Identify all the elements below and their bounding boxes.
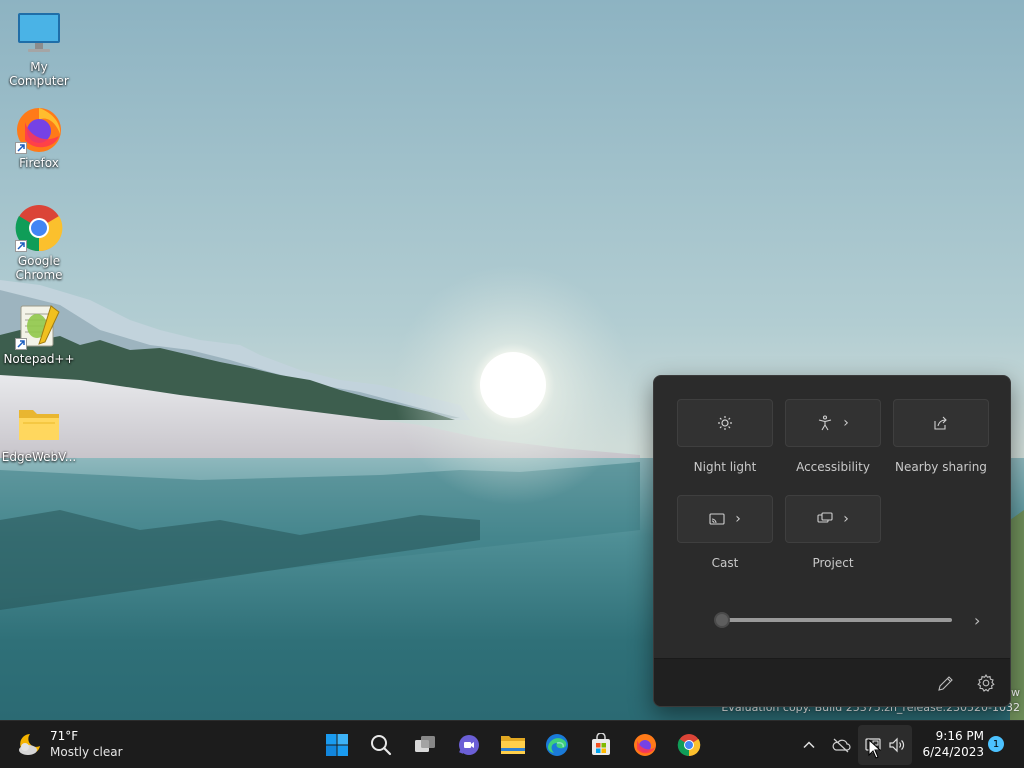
store-icon: [592, 733, 610, 755]
accessibility-icon: [819, 415, 832, 431]
desktop-icon-label: Notepad++: [3, 352, 75, 366]
desktop-icon-label: EdgeWebV...: [1, 450, 77, 464]
monitor-icon: [15, 10, 63, 58]
chat-icon: [459, 735, 479, 755]
store-button[interactable]: [581, 725, 621, 765]
cast-icon: [709, 513, 725, 525]
weather-temperature: 71°F: [50, 729, 79, 743]
task-view-button[interactable]: [405, 725, 445, 765]
qs-tile-label: Night light: [693, 460, 757, 474]
file-explorer-icon: [501, 736, 525, 754]
notepadpp-icon: [15, 302, 63, 350]
firefox-icon: [15, 106, 63, 154]
weather-widget[interactable]: 71°F Mostly clear: [16, 727, 136, 763]
chevron-right-icon: ›: [735, 511, 741, 527]
volume-button[interactable]: [885, 733, 909, 757]
slider-track: [722, 618, 952, 622]
desktop-icon-label: My Computer: [9, 60, 69, 88]
nearby-sharing-button[interactable]: [893, 399, 989, 447]
edge-button[interactable]: [537, 725, 577, 765]
desktop-icon-label: Google Chrome: [15, 254, 63, 282]
edge-icon: [546, 734, 568, 756]
firefox-icon: [634, 734, 656, 756]
desktop-icon-my-computer[interactable]: My Computer: [0, 10, 78, 88]
show-hidden-icons-button[interactable]: [797, 733, 821, 757]
chrome-taskbar-button[interactable]: [669, 725, 709, 765]
brightness-icon: [718, 416, 732, 430]
qs-tile-nearby-sharing[interactable]: Nearby sharing: [893, 399, 989, 474]
quick-settings-flyout: Night light › Accessibility Nearby shari…: [653, 375, 1011, 707]
qs-tile-label: Accessibility: [796, 460, 870, 474]
clock-date: 6/24/2023: [922, 745, 984, 759]
task-view-icon: [415, 736, 435, 752]
gear-icon[interactable]: [976, 673, 996, 693]
slider-thumb[interactable]: [714, 612, 730, 628]
chat-button[interactable]: [449, 725, 489, 765]
qs-tile-label: Cast: [711, 556, 739, 570]
brightness-slider[interactable]: ›: [714, 610, 990, 630]
quick-settings-footer: [654, 658, 1010, 706]
onedrive-button[interactable]: [829, 733, 853, 757]
file-explorer-button[interactable]: [493, 725, 533, 765]
desktop-icon-chrome[interactable]: Google Chrome: [0, 204, 78, 282]
chevron-right-icon: ›: [843, 415, 849, 431]
accessibility-button[interactable]: ›: [785, 399, 881, 447]
night-light-button[interactable]: [677, 399, 773, 447]
volume-icon: [889, 737, 905, 753]
shortcut-arrow-icon: [15, 240, 27, 252]
qs-tile-night-light[interactable]: Night light: [677, 399, 773, 474]
weather-description: Mostly clear: [50, 745, 123, 759]
start-icon: [326, 734, 348, 756]
project-button[interactable]: ›: [785, 495, 881, 543]
notification-badge[interactable]: 1: [988, 736, 1004, 752]
chrome-icon: [15, 204, 63, 252]
share-icon: [934, 416, 947, 430]
chevron-up-icon: [803, 741, 815, 749]
qs-tile-label: Project: [812, 556, 854, 570]
desktop-icon-firefox[interactable]: Firefox: [0, 106, 78, 170]
desktop-icon-notepadpp[interactable]: Notepad++: [0, 302, 78, 366]
chevron-right-icon: ›: [843, 511, 849, 527]
watermark-fragment: w: [1011, 686, 1020, 699]
moon-cloud-icon: [19, 734, 40, 755]
shortcut-arrow-icon: [15, 338, 27, 350]
clock-time: 9:16 PM: [935, 729, 984, 743]
qs-tile-project[interactable]: › Project: [785, 495, 881, 570]
project-icon: [817, 512, 833, 523]
qs-tile-accessibility[interactable]: › Accessibility: [785, 399, 881, 474]
cast-button[interactable]: ›: [677, 495, 773, 543]
start-button[interactable]: [317, 725, 357, 765]
mouse-cursor-icon: [868, 739, 882, 759]
qs-tile-label: Nearby sharing: [895, 460, 987, 474]
onedrive-icon: [832, 738, 851, 753]
folder-icon: [15, 400, 63, 448]
search-icon: [371, 735, 392, 756]
shortcut-arrow-icon: [15, 142, 27, 154]
clock[interactable]: 9:16 PM 6/24/2023: [916, 728, 984, 760]
search-button[interactable]: [361, 725, 401, 765]
chrome-icon: [677, 734, 701, 757]
desktop-icon-edgewebview-folder[interactable]: EdgeWebV...: [0, 400, 78, 464]
chevron-right-icon[interactable]: ›: [974, 611, 980, 630]
pencil-icon[interactable]: [936, 673, 956, 693]
qs-tile-cast[interactable]: › Cast: [677, 495, 773, 570]
desktop-icon-label: Firefox: [19, 156, 59, 170]
firefox-taskbar-button[interactable]: [625, 725, 665, 765]
